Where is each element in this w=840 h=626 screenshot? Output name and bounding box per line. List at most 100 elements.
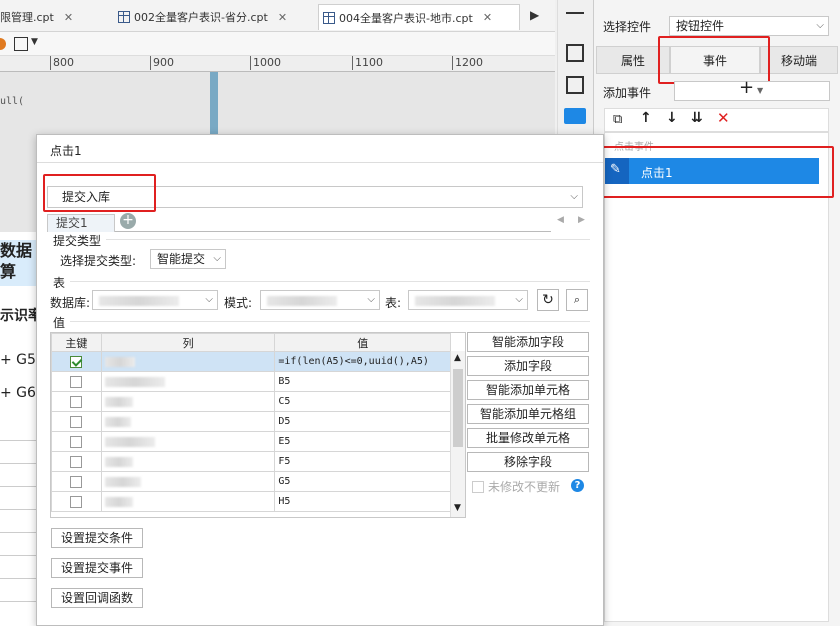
database-select[interactable]: ⌵ (92, 290, 218, 310)
key-checkbox[interactable] (70, 396, 83, 408)
schema-select[interactable]: ⌵ (260, 290, 380, 310)
scroll-down-icon[interactable]: ▼ (454, 503, 461, 513)
control-type-value: 按钮控件 (676, 19, 725, 33)
divider (37, 162, 603, 163)
divider (70, 281, 590, 282)
schema-label: 模式: (224, 296, 253, 310)
unmodified-option[interactable]: 未修改不更新 (472, 478, 560, 495)
scroll-right-icon[interactable]: ▶ (578, 215, 585, 225)
close-icon[interactable]: ✕ (278, 11, 287, 24)
refresh-button[interactable]: ↻ (537, 289, 559, 311)
layout-icon[interactable] (566, 12, 584, 28)
field-value[interactable]: =if(len(A5)<=0,uuid(),A5) (274, 351, 451, 372)
refresh-icon: ↻ (542, 292, 554, 308)
copy-icon[interactable]: ⧉ (613, 112, 622, 127)
key-checkbox[interactable] (70, 376, 83, 388)
table-label: 表: (385, 296, 402, 310)
widget-icon[interactable] (564, 108, 586, 124)
field-value[interactable]: H5 (274, 491, 451, 512)
unmodified-checkbox[interactable] (472, 480, 484, 493)
event-list (604, 132, 829, 622)
key-checkbox[interactable] (70, 456, 83, 468)
set-submit-event-button[interactable]: 设置提交事件 (51, 558, 143, 578)
field-value[interactable]: F5 (274, 451, 451, 472)
table-row[interactable]: G5 (51, 471, 451, 492)
tab-submit1[interactable]: 提交1 (47, 214, 115, 232)
cell-attr-icon[interactable] (566, 76, 584, 94)
cell-text: 算 (0, 262, 17, 281)
table-row[interactable]: D5 (51, 411, 451, 432)
key-checkbox[interactable] (70, 496, 83, 508)
table-row[interactable]: =if(len(A5)<=0,uuid(),A5) (51, 351, 451, 372)
key-checkbox[interactable] (70, 436, 83, 448)
field-value[interactable]: B5 (274, 371, 451, 392)
column-name-obscured (104, 477, 141, 487)
tab-mobile[interactable]: 移动端 (760, 46, 838, 74)
table-row[interactable]: B5 (51, 371, 451, 392)
table-row[interactable]: C5 (51, 391, 451, 412)
field-value[interactable]: D5 (274, 411, 451, 432)
table-row[interactable]: E5 (51, 431, 451, 452)
widget-settings-icon[interactable] (566, 44, 584, 62)
file-tab-1[interactable]: 限管理.cpt ✕ (0, 4, 110, 30)
paint-icon[interactable] (0, 38, 6, 50)
move-bottom-icon[interactable]: ⇊ (691, 110, 703, 126)
file-tab-2[interactable]: 002全量客户表识-省分.cpt ✕ (118, 4, 316, 30)
key-checkbox[interactable] (70, 356, 83, 368)
preview-button[interactable]: ⌕ (566, 289, 588, 311)
control-type-select[interactable]: 按钮控件 ⌵ (669, 16, 829, 36)
column-name-obscured (104, 497, 133, 507)
submit-type-select[interactable]: 智能提交 ⌵ (150, 249, 226, 269)
remove-field-button[interactable]: 移除字段 (467, 452, 589, 472)
highlight-box-event-item (584, 146, 834, 198)
scroll-up-icon[interactable]: ▲ (454, 353, 461, 363)
field-table: 主键 列 值 =if(len(A5)<=0,uuid(),A5) B5 C5 D… (51, 333, 451, 512)
column-marker[interactable] (210, 72, 218, 136)
event-toolbar: ⧉ ↑ ↓ ⇊ ✕ (604, 108, 829, 132)
select-control-label: 选择控件 (603, 20, 652, 34)
chevron-down-icon: ⌵ (213, 253, 221, 264)
ruler-tick: 900 (150, 56, 174, 70)
cell-text: + G5 (0, 352, 36, 368)
tab-menu-icon[interactable]: ▶ (530, 8, 539, 22)
border-icon[interactable] (14, 37, 28, 51)
field-value[interactable]: E5 (274, 431, 451, 452)
close-icon[interactable]: ✕ (64, 11, 73, 24)
file-tab-bar: 限管理.cpt ✕ 002全量客户表识-省分.cpt ✕ 004全量客户表识-地… (0, 0, 555, 32)
table-row[interactable]: F5 (51, 451, 451, 472)
key-checkbox[interactable] (70, 476, 83, 488)
file-tab-3[interactable]: 004全量客户表识-地市.cpt ✕ (318, 4, 520, 30)
field-grid: 主键 列 值 =if(len(A5)<=0,uuid(),A5) B5 C5 D… (50, 332, 466, 518)
table-select[interactable]: ⌵ (408, 290, 528, 310)
table-value-obscured (415, 295, 495, 306)
help-icon[interactable]: ? (571, 479, 584, 492)
arrow-down-icon[interactable]: ↓ (666, 110, 678, 126)
batch-modify-cell-button[interactable]: 批量修改单元格 (467, 428, 589, 448)
field-value[interactable]: G5 (274, 471, 451, 492)
set-submit-condition-button[interactable]: 设置提交条件 (51, 528, 143, 548)
divider (106, 239, 590, 240)
table-row[interactable]: H5 (51, 491, 451, 512)
unmodified-label: 未修改不更新 (488, 480, 561, 494)
submit-type-section: 提交类型 (53, 234, 102, 248)
arrow-up-icon[interactable]: ↑ (640, 110, 652, 126)
table-section: 表 (53, 276, 66, 290)
add-field-button[interactable]: 添加字段 (467, 356, 589, 376)
add-tab-icon[interactable]: + (120, 213, 136, 229)
column-name-obscured (104, 357, 135, 367)
smart-add-cell-button[interactable]: 智能添加单元格 (467, 380, 589, 400)
set-callback-button[interactable]: 设置回调函数 (51, 588, 143, 608)
key-checkbox[interactable] (70, 416, 83, 428)
chevron-down-icon[interactable]: ▼ (31, 37, 38, 47)
close-icon[interactable]: ✕ (483, 11, 492, 24)
grid-scrollbar[interactable]: ▲ ▼ (450, 351, 465, 517)
delete-icon[interactable]: ✕ (717, 109, 730, 127)
db-label: 数据库: (50, 296, 91, 310)
add-event-button[interactable]: + ▼ (674, 79, 830, 101)
field-value[interactable]: C5 (274, 391, 451, 412)
cell-header[interactable]: 数据 算 (0, 240, 36, 286)
scroll-left-icon[interactable]: ◀ (557, 215, 564, 225)
smart-add-field-button[interactable]: 智能添加字段 (467, 332, 589, 352)
scrollbar-thumb[interactable] (453, 369, 463, 447)
smart-add-cell-group-button[interactable]: 智能添加单元格组 (467, 404, 589, 424)
